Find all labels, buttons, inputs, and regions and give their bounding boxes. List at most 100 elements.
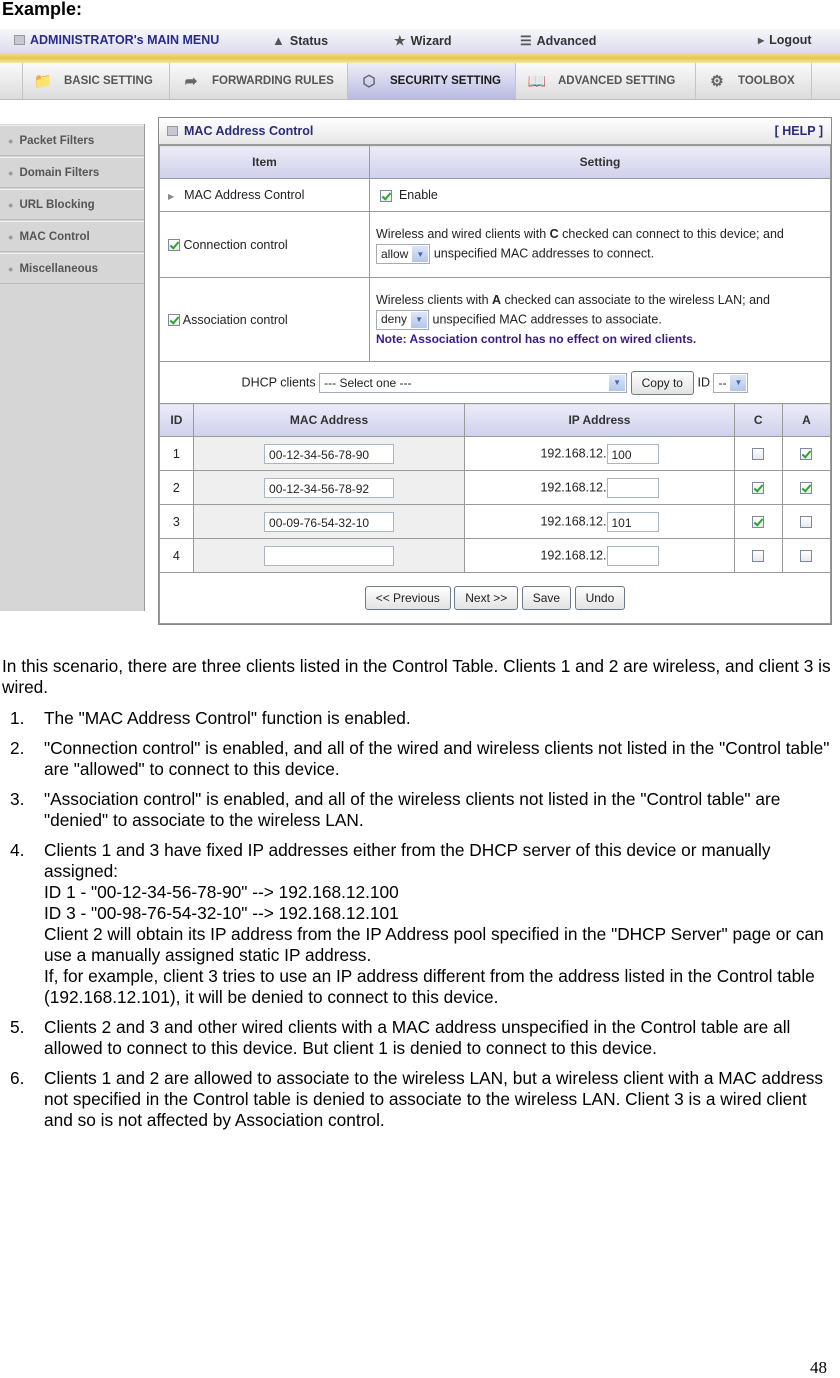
help-link[interactable]: [ HELP ] [775, 124, 823, 138]
toolbox-icon: ⚙ [710, 73, 724, 90]
list-item: 4. Clients 1 and 3 have fixed IP address… [10, 840, 824, 1007]
tab-forwarding-rules[interactable]: ➦ FORWARDING RULES [170, 63, 348, 99]
col-ip-address: IP Address [464, 403, 735, 437]
tab-toolbox[interactable]: ⚙ TOOLBOX [696, 63, 812, 99]
page-number: 48 [810, 1358, 827, 1377]
ip-input[interactable] [606, 545, 659, 566]
mac-control-panel: MAC Address Control [ HELP ] Item Settin… [158, 117, 832, 625]
c-checkbox[interactable] [752, 448, 765, 461]
ip-input[interactable]: 101 [606, 511, 659, 532]
association-control-label: Association control [182, 312, 288, 327]
triangle-right-icon: ▶ [168, 192, 175, 201]
col-id: ID [159, 403, 194, 437]
save-button[interactable]: Save [521, 586, 572, 610]
advanced-link[interactable]: ☰ Advanced [520, 33, 596, 49]
list-item: 2. "Connection control" is enabled, and a… [10, 738, 830, 779]
menu-square-icon [14, 35, 25, 45]
next-button[interactable]: Next >> [454, 586, 519, 610]
connection-control-checkbox[interactable] [168, 239, 180, 252]
scenario-list: 1. The "MAC Address Control" function is … [2, 708, 832, 1131]
bullet-icon: ● [8, 135, 14, 146]
chevron-down-icon: ▼ [730, 374, 747, 391]
explanation-text: In this scenario, there are three client… [2, 656, 832, 1140]
client-table: ID MAC Address IP Address C A 1 00-12-34… [159, 403, 832, 624]
id-label: ID [697, 374, 710, 389]
tab-basic-setting[interactable]: 📁 BASIC SETTING [22, 63, 170, 99]
admin-main-menu[interactable]: ADMINISTRATOR's MAIN MENU [14, 33, 219, 47]
dhcp-clients-select[interactable]: --- Select one --- ▼ [319, 372, 628, 393]
mac-input[interactable]: 00-12-34-56-78-90 [264, 443, 395, 464]
logout-link[interactable]: ▶ Logout [758, 33, 812, 47]
router-screenshot: ADMINISTRATOR's MAIN MENU ▲ Status ★ Wiz… [0, 29, 840, 625]
sidebar-item-packet-filters[interactable]: ● Packet Filters [0, 125, 144, 156]
bullet-icon: ● [8, 167, 14, 178]
forwarding-icon: ➦ [184, 73, 198, 90]
connection-control-label: Connection control [183, 237, 288, 252]
table-row: 3 00-09-76-54-32-10 192.168.12. 101 [159, 504, 832, 539]
association-policy-select[interactable]: deny ▼ [376, 309, 430, 330]
ip-input[interactable]: 100 [606, 443, 659, 464]
folder-icon: 📁 [33, 73, 53, 90]
dhcp-clients-label: DHCP clients [241, 374, 316, 389]
col-mac-address: MAC Address [192, 403, 466, 437]
a-checkbox[interactable] [800, 448, 813, 461]
bullet-icon: ● [8, 199, 14, 210]
book-icon: 📖 [527, 73, 547, 90]
wizard-link[interactable]: ★ Wizard [394, 33, 452, 49]
sidebar-item-miscellaneous[interactable]: ● Miscellaneous [0, 253, 144, 284]
association-control-checkbox[interactable] [168, 314, 180, 327]
c-checkbox[interactable] [752, 482, 765, 495]
a-checkbox[interactable] [800, 516, 813, 529]
advanced-icon: ☰ [520, 33, 532, 48]
sidebar-item-domain-filters[interactable]: ● Domain Filters [0, 157, 144, 188]
wizard-icon: ★ [394, 33, 406, 48]
enable-checkbox[interactable] [380, 189, 392, 202]
gold-divider [0, 53, 840, 63]
setting-header: Setting [369, 145, 831, 179]
arrow-right-icon: ▶ [758, 35, 765, 45]
panel-title: MAC Address Control [184, 124, 314, 138]
nut-icon: ⬡ [362, 73, 376, 90]
col-c: C [733, 403, 783, 437]
top-menu-bar: ADMINISTRATOR's MAIN MENU ▲ Status ★ Wiz… [0, 29, 840, 63]
association-note: Note: Association control has no effect … [376, 331, 697, 346]
status-link[interactable]: ▲ Status [272, 33, 328, 48]
chevron-down-icon: ▼ [609, 374, 626, 391]
sidebar: ● Packet Filters ● Domain Filters ● URL Blo… [0, 124, 145, 611]
panel-title-bar: MAC Address Control [ HELP ] [159, 118, 831, 145]
c-checkbox[interactable] [752, 550, 765, 563]
bullet-icon: ● [8, 263, 14, 274]
list-item: 6. Clients 1 and 2 are allowed to associa… [10, 1068, 823, 1130]
sidebar-item-mac-control[interactable]: ● MAC Control [0, 221, 144, 252]
mac-input[interactable] [264, 545, 395, 566]
a-checkbox[interactable] [800, 482, 813, 495]
status-icon: ▲ [272, 33, 285, 48]
mac-input[interactable]: 00-12-34-56-78-92 [264, 477, 395, 498]
tab-advanced-setting[interactable]: 📖 ADVANCED SETTING [516, 63, 696, 99]
mac-input[interactable]: 00-09-76-54-32-10 [264, 511, 395, 532]
main-nav: 📁 BASIC SETTING ➦ FORWARDING RULES ⬡ SEC… [0, 63, 840, 100]
panel-square-icon [167, 126, 178, 136]
list-item: 3. "Association control" is enabled, and … [10, 789, 781, 830]
undo-button[interactable]: Undo [574, 586, 626, 610]
ip-input[interactable] [606, 477, 659, 498]
table-row: 1 00-12-34-56-78-90 192.168.12. 100 [159, 436, 832, 471]
a-checkbox[interactable] [800, 550, 813, 563]
chevron-down-icon: ▼ [412, 246, 429, 262]
sidebar-item-url-blocking[interactable]: ● URL Blocking [0, 189, 144, 220]
c-checkbox[interactable] [752, 516, 765, 529]
previous-button[interactable]: << Previous [364, 586, 451, 610]
list-item: 5. Clients 2 and 3 and other wired client… [10, 1017, 791, 1058]
list-item: 1. The "MAC Address Control" function is … [10, 708, 411, 728]
tab-security-setting[interactable]: ⬡ SECURITY SETTING [348, 63, 516, 99]
item-header: Item [159, 145, 370, 179]
id-select[interactable]: -- ▼ [713, 372, 749, 393]
settings-table: Item Setting ▶ MAC Address Control Enable… [159, 145, 831, 404]
example-heading: Example: [2, 0, 83, 19]
connection-policy-select[interactable]: allow ▼ [376, 244, 431, 264]
table-row: 4 192.168.12. [159, 538, 832, 573]
col-a: A [781, 403, 832, 437]
enable-label: Enable [398, 188, 438, 202]
copy-to-button[interactable]: Copy to [630, 370, 694, 395]
mac-control-label: MAC Address Control [184, 188, 305, 202]
